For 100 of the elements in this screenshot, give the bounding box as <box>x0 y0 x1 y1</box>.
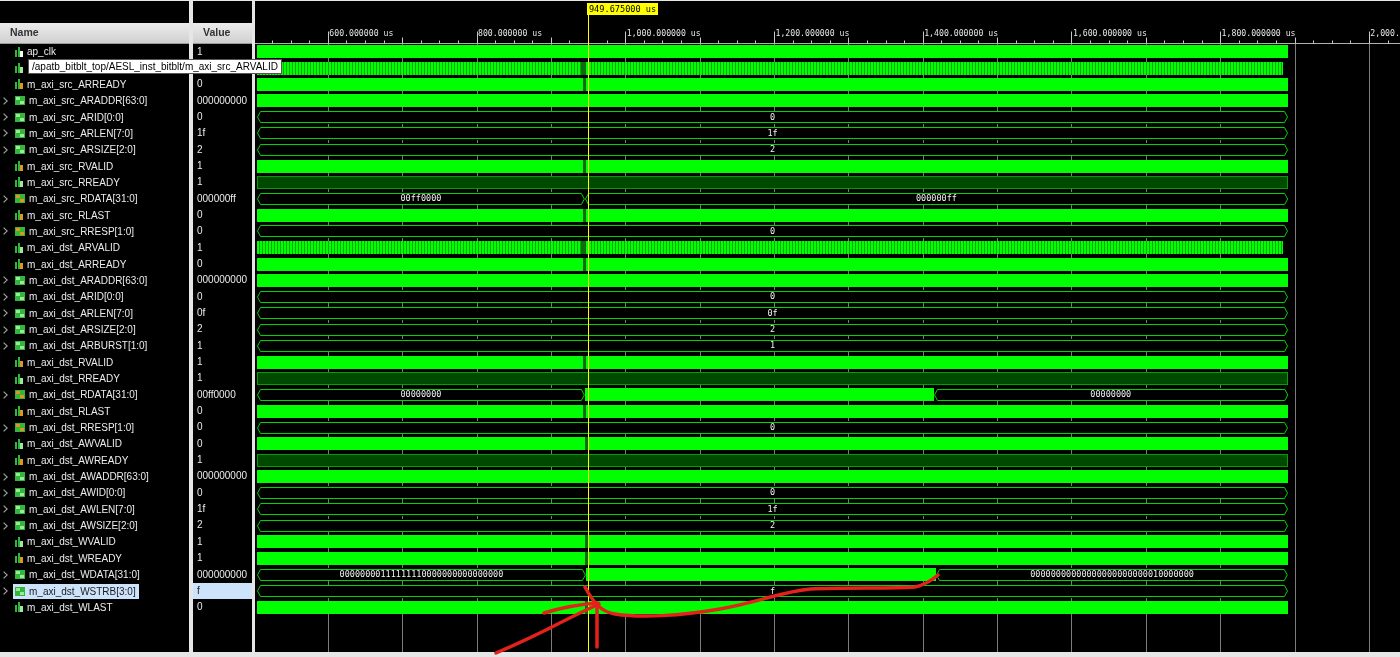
signal-name[interactable]: m_axi_src_RREADY <box>13 174 123 190</box>
signal-name[interactable]: m_axi_dst_WSTRB[3:0] <box>13 583 139 599</box>
signal-name[interactable]: m_axi_dst_ARVALID <box>13 240 123 256</box>
chevron-icon[interactable] <box>3 341 8 350</box>
signal-value: 000000000 <box>196 273 249 288</box>
signal-name[interactable]: m_axi_dst_RVALID <box>13 354 117 370</box>
bus-value-label: 00000000111111110000000000000000 <box>339 570 504 580</box>
chevron-icon[interactable] <box>3 113 8 122</box>
bus-value-label: 1f <box>767 128 778 138</box>
signal-name[interactable]: m_axi_src_ARLEN[7:0] <box>13 125 136 141</box>
bus-value-label: 0 <box>769 292 776 302</box>
signal-name[interactable]: m_axi_dst_ARADDR[63:0] <box>13 273 151 288</box>
chevron-icon[interactable] <box>3 309 8 318</box>
bus-value-label: 0 <box>769 226 776 236</box>
signal-value: 1 <box>196 551 204 566</box>
time-tick-label: 800.000000 us <box>478 29 543 38</box>
signal-value: f <box>193 582 252 600</box>
signal-name[interactable]: m_axi_dst_AWSIZE[2:0] <box>13 518 141 534</box>
signal-value: 0 <box>196 600 204 615</box>
bus-value-label: 2 <box>769 325 776 334</box>
chevron-icon[interactable] <box>3 472 8 481</box>
signal-name[interactable]: m_axi_dst_AWLEN[7:0] <box>13 501 138 517</box>
signal-name[interactable]: m_axi_src_RLAST <box>13 207 114 223</box>
signal-value: 000000000 <box>196 567 249 582</box>
chevron-icon[interactable] <box>3 488 8 497</box>
chevron-icon[interactable] <box>3 276 8 285</box>
signal-value: 00ff0000 <box>196 387 237 402</box>
signal-value: 2 <box>196 142 204 157</box>
bus-value-label: 00000000 <box>1090 390 1132 400</box>
chevron-icon[interactable] <box>3 505 8 514</box>
signal-name[interactable]: m_axi_dst_AWREADY <box>13 452 132 468</box>
signal-name[interactable]: m_axi_dst_ARBURST[1:0] <box>13 338 151 354</box>
signal-name[interactable]: m_axi_dst_RREADY <box>13 371 123 387</box>
signal-name[interactable]: m_axi_src_RRESP[1:0] <box>13 223 138 239</box>
signal-name[interactable]: m_axi_dst_RRESP[1:0] <box>13 420 138 436</box>
chevron-icon[interactable] <box>3 521 8 530</box>
bus-value-label: 00000000 <box>400 390 442 400</box>
signal-name[interactable]: m_axi_src_RVALID <box>13 158 117 174</box>
bus-value-label: 000000ff <box>915 194 957 204</box>
bus-value-label: 00000000000000000000000010000000 <box>1030 570 1194 580</box>
chevron-icon[interactable] <box>3 96 8 105</box>
signal-name[interactable]: m_axi_dst_ARSIZE[2:0] <box>13 322 139 337</box>
bus-value-label: f <box>769 586 776 596</box>
signal-value: 1 <box>196 158 204 173</box>
chevron-icon[interactable] <box>3 129 8 138</box>
bus-value-label: 1f <box>767 504 778 514</box>
signal-value: 0 <box>196 485 204 500</box>
signal-value: 000000000 <box>196 469 249 484</box>
signal-value: 1 <box>196 371 204 386</box>
signal-value: 2 <box>196 518 204 533</box>
signal-value: 0 <box>196 420 204 435</box>
signal-name[interactable]: m_axi_dst_AWVALID <box>13 436 126 452</box>
signal-value: 000000ff <box>196 191 237 206</box>
chevron-icon[interactable] <box>3 325 8 334</box>
time-tick-label: 1,600.000000 us <box>1072 29 1147 38</box>
signal-name[interactable]: m_axi_dst_ARID[0:0] <box>13 289 127 305</box>
signal-name[interactable]: m_axi_dst_WREADY <box>13 550 126 566</box>
chevron-icon[interactable] <box>3 227 8 236</box>
signal-name[interactable]: m_axi_dst_RDATA[31:0] <box>13 387 141 403</box>
signal-name[interactable]: m_axi_dst_WLAST <box>13 599 116 615</box>
bus-value-label: 2 <box>769 145 776 155</box>
signal-name[interactable]: m_axi_dst_AWADDR[63:0] <box>13 469 152 485</box>
chevron-icon[interactable] <box>3 570 8 579</box>
bus-value-label: 00ff0000 <box>400 194 442 204</box>
chevron-icon[interactable] <box>3 390 8 399</box>
time-tick-label: 1,000.000000 us <box>626 29 701 38</box>
signal-name[interactable]: m_axi_dst_ARLEN[7:0] <box>13 305 136 321</box>
signal-name[interactable]: m_axi_src_ARREADY <box>13 76 130 92</box>
signal-name[interactable]: m_axi_src_RDATA[31:0] <box>13 191 141 207</box>
chevron-icon[interactable] <box>3 292 8 301</box>
signal-value: 0 <box>196 207 204 222</box>
signal-name[interactable]: ap_clk <box>13 44 59 60</box>
cursor-line[interactable] <box>587 15 589 652</box>
bus-value-label: 0 <box>769 488 776 498</box>
time-tick-label: 1,800.000000 us <box>1221 29 1296 38</box>
signal-value: 000000000 <box>196 93 249 108</box>
signal-value: 1 <box>196 453 204 468</box>
signal-name[interactable]: m_axi_src_ARSIZE[2:0] <box>13 142 139 158</box>
name-column-header[interactable]: Name <box>0 23 189 44</box>
chevron-icon[interactable] <box>3 587 8 595</box>
signal-value: 1f <box>196 126 207 141</box>
bus-value-label: 2 <box>769 521 776 531</box>
signal-name[interactable]: m_axi_dst_AWID[0:0] <box>13 485 129 501</box>
signal-name[interactable]: m_axi_src_ARID[0:0] <box>13 109 127 125</box>
signal-name[interactable]: m_axi_dst_WVALID <box>13 534 119 550</box>
chevron-icon[interactable] <box>3 423 8 432</box>
time-tick-label: 2,000. <box>1370 29 1400 38</box>
signal-path-tooltip: /apatb_bitblt_top/AESL_inst_bitblt/m_axi_src_ARVALID <box>28 59 282 74</box>
chevron-icon[interactable] <box>3 145 8 154</box>
bus-value-label: 0 <box>769 423 776 433</box>
signal-name[interactable]: m_axi_dst_WDATA[31:0] <box>13 567 143 583</box>
signal-value: 0 <box>196 77 204 92</box>
signal-name[interactable]: m_axi_dst_RLAST <box>13 403 114 419</box>
value-column-header[interactable]: Value <box>193 23 252 44</box>
signal-value: 1 <box>196 534 204 549</box>
chevron-icon[interactable] <box>3 194 8 203</box>
bus-value-label: 0 <box>769 112 776 122</box>
signal-name[interactable]: m_axi_src_ARADDR[63:0] <box>13 93 151 109</box>
signal-name[interactable]: m_axi_dst_ARREADY <box>13 256 130 272</box>
signal-value: 1 <box>196 355 204 370</box>
